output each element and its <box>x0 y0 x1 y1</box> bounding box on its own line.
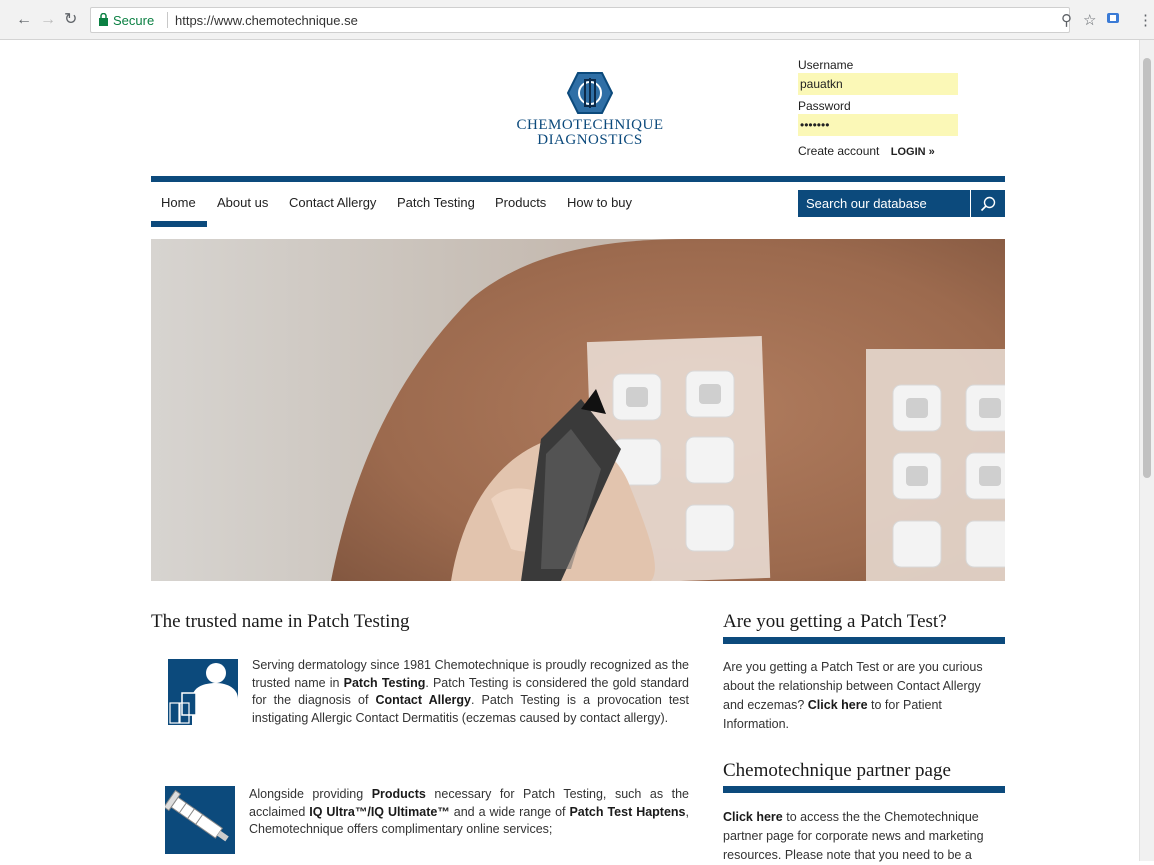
back-arrow-icon[interactable]: ← <box>16 12 32 28</box>
search-icon <box>980 196 996 211</box>
username-input[interactable] <box>798 73 958 95</box>
contact-allergy-bold: Contact Allergy <box>375 693 471 707</box>
active-nav-indicator <box>151 221 207 227</box>
patient-box-text: Are you getting a Patch Test or are you … <box>723 660 983 731</box>
address-separator <box>167 12 168 28</box>
partner-click-here-link[interactable]: Click here <box>723 810 783 824</box>
hero-image <box>151 239 1005 581</box>
browser-toolbar: ← → ↻ Secure https://www.chemotechnique.… <box>0 0 1154 40</box>
reload-icon[interactable]: ↻ <box>64 12 77 28</box>
patch-testing-bold: Patch Testing <box>343 675 426 690</box>
nav-contact-allergy[interactable]: Contact Allergy <box>289 195 376 210</box>
extension-icon[interactable] <box>1106 11 1120 29</box>
password-input[interactable] <box>798 114 958 136</box>
products-bold: Products <box>371 787 426 801</box>
scrollbar[interactable] <box>1139 40 1154 861</box>
patient-box-bar <box>723 637 1005 644</box>
main-heading: The trusted name in Patch Testing <box>151 611 410 632</box>
nav-about-us[interactable]: About us <box>217 195 268 210</box>
search-button[interactable] <box>971 190 1005 217</box>
syringe-icon <box>165 786 235 854</box>
partner-box-bar <box>723 786 1005 793</box>
logo-line-2: DIAGNOSTICS <box>537 132 643 148</box>
nav-home[interactable]: Home <box>161 195 196 210</box>
partner-box-text: Click here to access the the Chemotechni… <box>723 810 984 862</box>
patient-click-here-link[interactable]: Click here <box>808 698 868 712</box>
patient-box-title: Are you getting a Patch Test? <box>723 611 947 632</box>
key-icon[interactable]: ⚲ <box>1061 11 1072 29</box>
header-divider <box>151 176 1005 182</box>
search-input[interactable] <box>798 190 970 217</box>
lock-icon <box>99 13 108 26</box>
site-logo[interactable]: CHEMOTECHNIQUE DIAGNOSTICS <box>510 72 670 148</box>
login-button[interactable]: LOGIN » <box>891 146 935 158</box>
forward-arrow-icon[interactable]: → <box>40 12 56 28</box>
iq-ultra-bold: IQ Ultra™/IQ Ultimate™ <box>309 804 450 819</box>
login-form: Username Password Create account LOGIN » <box>798 57 968 158</box>
star-bookmark-icon[interactable]: ☆ <box>1083 11 1096 29</box>
intro-paragraph: Serving dermatology since 1981 Chemotech… <box>165 657 689 729</box>
nav-products[interactable]: Products <box>495 195 546 210</box>
patch-test-haptens-bold: Patch Test Haptens <box>569 804 686 819</box>
password-label: Password <box>798 99 851 113</box>
menu-kebab-icon[interactable]: ⋮ <box>1138 11 1153 29</box>
patch-testing-person-icon <box>168 659 238 725</box>
nav-patch-testing[interactable]: Patch Testing <box>397 195 475 210</box>
hexagon-logo-icon <box>567 72 613 114</box>
username-label: Username <box>798 58 854 72</box>
secure-label: Secure <box>113 13 155 28</box>
products-paragraph: Alongside providing Products necessary f… <box>165 786 689 858</box>
url-text[interactable]: https://www.chemotechnique.se <box>175 13 358 28</box>
partner-box-title: Chemotechnique partner page <box>723 760 951 781</box>
create-account-link[interactable]: Create account <box>798 144 879 158</box>
scrollbar-thumb[interactable] <box>1143 58 1151 478</box>
nav-how-to-buy[interactable]: How to buy <box>567 195 632 210</box>
logo-line-1: CHEMOTECHNIQUE <box>516 117 664 133</box>
address-bar[interactable]: Secure https://www.chemotechnique.se <box>90 7 1070 33</box>
